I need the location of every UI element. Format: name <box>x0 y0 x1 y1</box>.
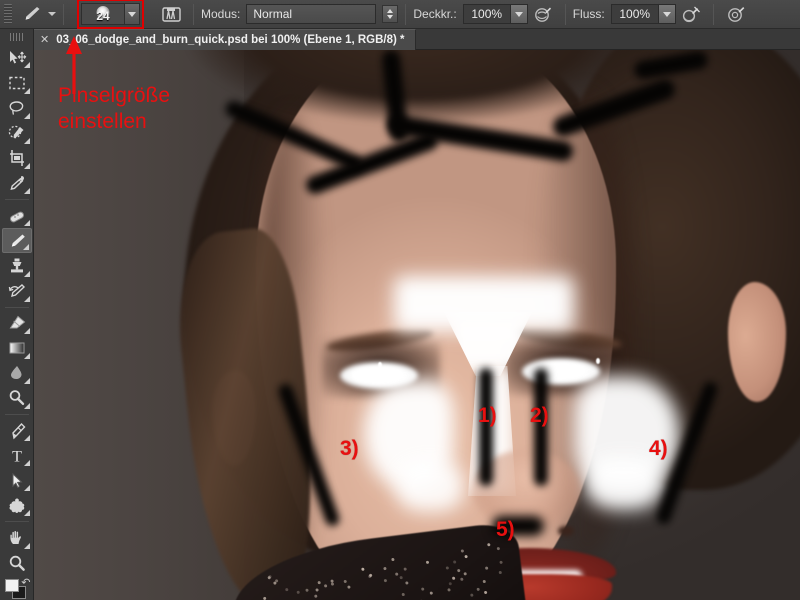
hand-tool[interactable] <box>2 525 32 550</box>
divider <box>712 3 714 25</box>
opacity-dropdown-button[interactable] <box>510 4 528 24</box>
flyout-indicator-icon <box>23 460 30 467</box>
foreground-color-swatch[interactable] <box>4 578 19 592</box>
history-brush-tool[interactable] <box>2 279 32 304</box>
swap-colors-icon[interactable]: ↶ <box>21 577 30 589</box>
pressure-controls-size-button[interactable] <box>721 2 751 26</box>
flyout-indicator-icon <box>23 485 30 492</box>
flyout-indicator-icon <box>23 62 30 69</box>
tool-group-divider <box>4 521 29 523</box>
chevron-down-icon <box>514 11 523 17</box>
custom-shape-tool[interactable] <box>2 493 32 518</box>
gradient-tool[interactable] <box>2 336 32 361</box>
flyout-indicator-icon <box>23 403 30 410</box>
annotation-marker-1: 1) <box>478 404 497 427</box>
blur-tool[interactable] <box>2 361 32 386</box>
brush-tool[interactable] <box>1 228 32 254</box>
tool-group-divider <box>4 306 29 308</box>
divider <box>564 3 566 25</box>
flyout-indicator-icon <box>23 188 30 195</box>
marquee-tool[interactable] <box>2 70 32 95</box>
annotation-marker-2: 2) <box>530 404 549 427</box>
right-eye-catchlight <box>596 358 600 364</box>
divider <box>63 3 64 25</box>
blend-mode-stepper[interactable] <box>382 5 399 23</box>
divider <box>193 3 194 25</box>
path-selection-tool[interactable] <box>2 468 32 493</box>
flyout-indicator-icon <box>23 377 30 384</box>
tool-group-divider <box>4 199 29 201</box>
flyout-indicator-icon <box>23 295 30 302</box>
chevron-down-icon <box>128 11 136 17</box>
eraser-tool[interactable] <box>2 311 32 336</box>
pressure-controls-opacity-button[interactable] <box>528 2 558 26</box>
flyout-indicator-icon <box>22 244 29 251</box>
divider <box>405 3 407 25</box>
flyout-indicator-icon <box>23 435 30 442</box>
opacity-input[interactable]: 100% <box>462 4 511 24</box>
dodge-right-cheek-lower <box>586 456 662 510</box>
healing-brush-tool[interactable] <box>2 203 32 228</box>
opacity-label: Deckkr.: <box>413 7 457 21</box>
airbrush-toggle-button[interactable] <box>676 2 706 26</box>
brush-size-value: 24 <box>96 9 110 23</box>
flyout-indicator-icon <box>23 327 30 334</box>
annotation-marker-5: 5) <box>496 518 515 541</box>
color-swatches[interactable]: ↶ <box>3 577 31 600</box>
flow-input[interactable]: 100% <box>610 4 659 24</box>
brush-panel-toggle-button[interactable] <box>156 2 186 26</box>
flyout-indicator-icon <box>23 542 30 549</box>
eyedropper-tool[interactable] <box>2 171 32 196</box>
annotation-marker-4: 4) <box>649 437 668 460</box>
clone-stamp-tool[interactable] <box>2 253 32 278</box>
flyout-indicator-icon <box>23 270 30 277</box>
dodge-left-cheek-lower <box>396 460 464 512</box>
chevron-down-icon <box>662 11 671 17</box>
brush-size-highlight: 24 <box>77 0 144 29</box>
mode-label: Modus: <box>201 7 241 21</box>
tools-panel: T ↶ <box>0 29 34 600</box>
quick-selection-tool[interactable] <box>2 121 32 146</box>
tools-panel-grip[interactable] <box>9 33 24 42</box>
photoshop-window: 24 Modus: Normal Deckkr.: 100% Fluss: 10… <box>0 0 800 600</box>
document-tab-bar: ✕ 03_06_dodge_and_burn_quick.psd bei 100… <box>0 29 800 50</box>
left-eye-catchlight <box>378 362 382 368</box>
tool-options-bar: 24 Modus: Normal Deckkr.: 100% Fluss: 10… <box>0 0 800 29</box>
annotation-marker-3: 3) <box>340 437 359 460</box>
flyout-indicator-icon <box>23 510 30 517</box>
chevron-up-icon <box>387 9 394 13</box>
blend-mode-value: Normal <box>253 7 293 21</box>
svg-text:T: T <box>12 448 22 465</box>
blend-mode-select[interactable]: Normal <box>246 4 377 24</box>
pen-tool[interactable] <box>2 418 32 443</box>
flow-label: Fluss: <box>572 7 605 21</box>
flyout-indicator-icon <box>23 220 30 227</box>
tool-group-divider <box>4 414 29 416</box>
flyout-indicator-icon <box>23 112 30 119</box>
brush-size-field[interactable]: 24 <box>81 3 125 25</box>
annotation-line-1: Pinselgröße <box>58 84 171 107</box>
flow-dropdown-button[interactable] <box>658 4 676 24</box>
type-tool[interactable]: T <box>2 443 32 468</box>
annotation-line-2: einstellen <box>58 110 147 133</box>
move-tool[interactable] <box>2 45 32 70</box>
lasso-tool[interactable] <box>2 96 32 121</box>
flyout-indicator-icon <box>23 87 30 94</box>
zoom-tool[interactable] <box>2 551 32 576</box>
crop-tool[interactable] <box>2 146 32 171</box>
right-nostril <box>558 526 574 536</box>
flyout-indicator-icon <box>23 162 30 169</box>
brush-preset-picker-button[interactable] <box>125 3 140 25</box>
flyout-indicator-icon <box>23 352 30 359</box>
flyout-indicator-icon <box>23 137 30 144</box>
tool-preset-chevron-down-icon[interactable] <box>48 12 56 16</box>
chevron-down-icon <box>387 15 394 19</box>
annotation-instruction: Pinselgröße einstellen <box>58 83 170 135</box>
dodge-tool[interactable] <box>2 386 32 411</box>
options-bar-grip[interactable] <box>4 4 12 24</box>
active-tool-preset-icon[interactable] <box>16 2 46 26</box>
